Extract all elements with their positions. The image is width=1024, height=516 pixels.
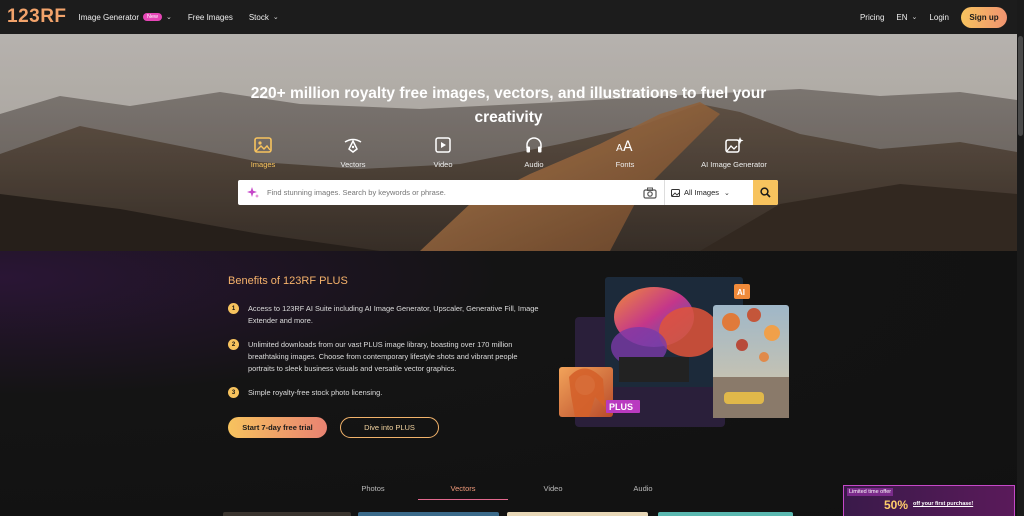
category-audio-label: Audio <box>524 160 544 169</box>
category-fonts-label: Fonts <box>615 160 635 169</box>
dive-into-plus-button[interactable]: Dive into PLUS <box>340 417 439 438</box>
top-nav: 123RF Image Generator New ⌄ Free Images … <box>0 0 1017 34</box>
camera-icon[interactable] <box>643 187 657 199</box>
category-vectors[interactable]: Vectors <box>308 136 398 169</box>
image-icon <box>254 137 272 153</box>
tab-audio[interactable]: Audio <box>598 484 688 493</box>
font-icon: A A <box>616 139 633 154</box>
offer-percent: 50% <box>884 498 909 512</box>
content-card[interactable] <box>658 512 793 516</box>
benefit-number: 2 <box>228 339 239 350</box>
search-filter-select[interactable]: All Images ⌄ <box>671 188 741 197</box>
play-icon <box>435 137 451 153</box>
scrollbar-thumb[interactable] <box>1018 36 1023 136</box>
chevron-down-icon: ⌄ <box>911 14 918 21</box>
tab-vectors[interactable]: Vectors <box>418 484 508 500</box>
nav-right: Pricing EN ⌄ Login Sign up <box>860 6 1017 28</box>
nav-image-generator[interactable]: Image Generator New ⌄ <box>79 13 172 22</box>
limited-offer-banner[interactable]: Limited time offer 50% off your first pu… <box>843 485 1015 516</box>
category-images-label: Images <box>250 160 276 169</box>
logo[interactable]: 123RF <box>7 6 67 28</box>
search-button[interactable] <box>753 180 778 205</box>
nav-pricing-label: Pricing <box>859 12 885 22</box>
benefits-section: Benefits of 123RF PLUS 1 Access to 123RF… <box>0 251 1017 516</box>
benefit-number: 3 <box>228 387 239 398</box>
offer-label: Limited time offer <box>847 488 894 496</box>
benefit-text: Unlimited downloads from our vast PLUS i… <box>248 340 518 373</box>
category-ai-image-generator[interactable]: AI Image Generator <box>689 136 779 169</box>
category-fonts[interactable]: A A Fonts <box>580 136 670 169</box>
nav-stock[interactable]: Stock ⌄ <box>249 13 279 22</box>
benefits-list: 1 Access to 123RF AI Suite including AI … <box>228 303 543 411</box>
benefit-item: 2 Unlimited downloads from our vast PLUS… <box>228 339 543 375</box>
category-audio[interactable]: Audio <box>489 136 579 169</box>
benefit-text: Simple royalty-free stock photo licensin… <box>248 388 383 397</box>
benefits-title: Benefits of 123RF PLUS <box>228 275 348 287</box>
chevron-down-icon: ⌄ <box>166 14 172 21</box>
search-filter-label: All Images <box>684 188 720 197</box>
category-video[interactable]: Video <box>398 136 488 169</box>
plus-badge: PLUS <box>609 402 633 412</box>
search-divider <box>664 180 665 205</box>
search-input[interactable] <box>265 187 635 198</box>
category-images[interactable]: Images <box>218 136 308 169</box>
hero-title-line2: creativity <box>474 109 543 126</box>
content-card[interactable] <box>223 512 351 516</box>
category-tabs: Images Vectors Video Audio A A Fonts AI … <box>0 136 1017 176</box>
nav-stock-label: Stock <box>248 12 269 22</box>
new-badge: New <box>143 13 163 21</box>
ai-badge: AI <box>737 288 745 297</box>
nav-free-images-label: Free Images <box>187 12 233 22</box>
nav-free-images[interactable]: Free Images <box>188 13 233 22</box>
chevron-down-icon: ⌄ <box>272 14 279 21</box>
plus-collage-image: AI PLUS <box>559 277 789 427</box>
content-card[interactable] <box>358 512 499 516</box>
search-icon <box>760 187 771 198</box>
tab-photos[interactable]: Photos <box>328 484 418 493</box>
vector-pen-icon <box>344 138 362 153</box>
benefit-number: 1 <box>228 303 239 314</box>
benefit-item: 1 Access to 123RF AI Suite including AI … <box>228 303 543 327</box>
ai-image-icon <box>725 137 744 153</box>
content-card[interactable] <box>507 512 648 516</box>
image-icon <box>671 188 680 197</box>
chevron-down-icon: ⌄ <box>724 189 730 197</box>
category-ai-label: AI Image Generator <box>701 160 767 169</box>
scrollbar[interactable] <box>1017 0 1024 516</box>
benefit-item: 3 Simple royalty-free stock photo licens… <box>228 387 543 399</box>
hero-title-line1: 220+ million royalty free images, vector… <box>250 85 767 102</box>
nav-image-generator-label: Image Generator <box>78 12 140 22</box>
headphones-icon <box>526 137 542 153</box>
category-video-label: Video <box>433 160 453 169</box>
nav-left: Image Generator New ⌄ Free Images Stock … <box>79 13 295 22</box>
nav-pricing[interactable]: Pricing <box>860 13 884 22</box>
language-label: EN <box>896 12 908 22</box>
search-bar: All Images ⌄ <box>238 180 778 205</box>
signup-button[interactable]: Sign up <box>961 6 1007 28</box>
start-trial-button[interactable]: Start 7-day free trial <box>228 417 327 438</box>
nav-login[interactable]: Login <box>929 13 949 22</box>
category-vectors-label: Vectors <box>340 160 366 169</box>
offer-text: off your first purchase! <box>913 501 974 507</box>
nav-login-label: Login <box>929 12 949 22</box>
svg-text:A: A <box>623 139 633 154</box>
hero-title: 220+ million royalty free images, vector… <box>0 82 1017 130</box>
ai-sparkle-icon <box>247 186 259 198</box>
hero-section: 220+ million royalty free images, vector… <box>0 34 1017 251</box>
language-selector[interactable]: EN ⌄ <box>896 13 917 22</box>
svg-text:A: A <box>616 143 623 154</box>
tab-video[interactable]: Video <box>508 484 598 493</box>
benefit-text: Access to 123RF AI Suite including AI Im… <box>248 304 539 325</box>
